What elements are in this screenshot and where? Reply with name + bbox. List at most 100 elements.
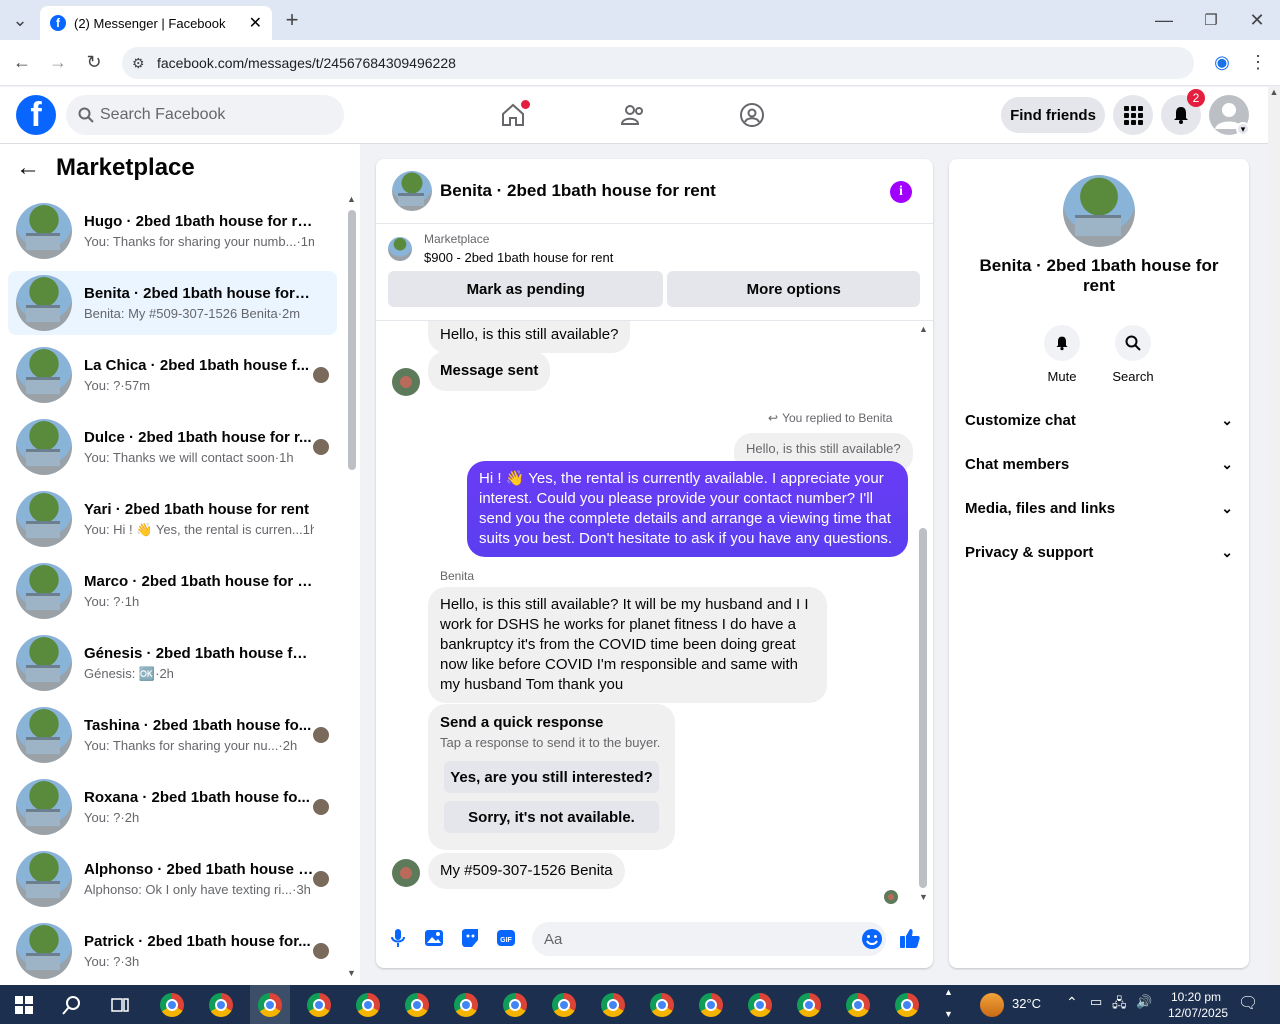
sender-avatar[interactable] xyxy=(392,368,420,396)
close-tab-icon[interactable]: ✕ xyxy=(249,13,262,33)
taskbar-search-icon[interactable] xyxy=(52,985,92,1024)
taskbar-chrome-window[interactable] xyxy=(740,985,780,1024)
back-icon[interactable]: ← xyxy=(8,48,36,76)
chat-title[interactable]: Benita · 2bed 1bath house for rent xyxy=(440,181,716,201)
conversation-item[interactable]: Alphonso · 2bed 1bath house fo... Alphons… xyxy=(8,847,337,911)
taskbar-scroll-up-icon[interactable]: ▲ xyxy=(944,987,953,997)
details-section-item[interactable]: Media, files and links ⌄ xyxy=(965,486,1233,530)
taskbar-scroll-down-icon[interactable]: ▼ xyxy=(944,1009,953,1019)
chat-avatar[interactable] xyxy=(392,171,432,211)
taskbar-chrome-window[interactable] xyxy=(593,985,633,1024)
taskbar-chrome-window[interactable] xyxy=(299,985,339,1024)
conversation-item[interactable]: Patrick · 2bed 1bath house for... You: ?·… xyxy=(8,919,337,983)
page-scroll-up-icon[interactable]: ▲ xyxy=(1268,87,1280,97)
sender-avatar[interactable] xyxy=(392,859,420,887)
listing-thumbnail[interactable] xyxy=(388,236,412,261)
details-section-item[interactable]: Customize chat ⌄ xyxy=(965,398,1233,442)
taskbar-chrome-window[interactable] xyxy=(544,985,584,1024)
task-view-icon[interactable] xyxy=(100,985,140,1024)
taskbar-chrome-window[interactable] xyxy=(446,985,486,1024)
taskbar-chrome-window[interactable] xyxy=(887,985,927,1024)
gif-icon[interactable]: GIF xyxy=(494,926,518,950)
conversation-item[interactable]: La Chica · 2bed 1bath house f... You: ?·5… xyxy=(8,343,337,407)
taskbar-chrome-window[interactable] xyxy=(250,985,290,1024)
volume-icon[interactable]: 🔊 xyxy=(1136,994,1152,1010)
taskbar-chrome-window[interactable] xyxy=(642,985,682,1024)
incoming-message-bubble[interactable]: Hello, is this still available? It will … xyxy=(428,587,827,703)
conversation-list-scrollbar[interactable] xyxy=(348,210,356,470)
new-tab-icon[interactable]: + xyxy=(278,6,306,34)
taskbar-chrome-window[interactable] xyxy=(495,985,535,1024)
info-icon[interactable]: i xyxy=(890,181,912,203)
conversation-item[interactable]: Génesis · 2bed 1bath house for r... Génes… xyxy=(8,631,337,695)
contact-avatar[interactable] xyxy=(1063,175,1135,247)
message-bubble[interactable]: Hello, is this still available? xyxy=(428,321,631,353)
like-thumbs-up-icon[interactable] xyxy=(898,926,922,950)
facebook-logo-icon[interactable]: f xyxy=(16,95,56,135)
conversation-item[interactable]: Marco · 2bed 1bath house for rent You: ?·… xyxy=(8,559,337,623)
forward-icon[interactable]: → xyxy=(44,48,72,76)
minimize-icon[interactable]: — xyxy=(1150,6,1178,34)
taskbar-chrome-window[interactable] xyxy=(838,985,878,1024)
temperature[interactable]: 32°C xyxy=(1012,996,1041,1011)
clock[interactable]: 10:20 pm 12/07/2025 xyxy=(1168,989,1228,1021)
conversation-item[interactable]: Hugo · 2bed 1bath house for rent You: Tha… xyxy=(8,199,337,263)
tab-list-dropdown-icon[interactable]: ⌄ xyxy=(6,6,34,34)
taskbar-chrome-window[interactable] xyxy=(397,985,437,1024)
reload-icon[interactable]: ↻ xyxy=(80,48,108,76)
taskbar-chrome-window[interactable] xyxy=(348,985,388,1024)
chat-scroll-down-icon[interactable]: ▼ xyxy=(919,892,928,902)
home-icon[interactable] xyxy=(493,95,533,135)
conversation-item[interactable]: Roxana · 2bed 1bath house fo... You: ?·2h xyxy=(8,775,337,839)
search-input[interactable]: Search Facebook xyxy=(66,95,344,135)
restore-icon[interactable]: ❐ xyxy=(1197,6,1225,34)
site-info-icon[interactable]: ⚙ xyxy=(132,47,145,79)
find-friends-button[interactable]: Find friends xyxy=(1001,97,1105,133)
taskbar-chrome-window[interactable] xyxy=(152,985,192,1024)
start-windows-icon[interactable] xyxy=(4,985,44,1024)
more-options-button[interactable]: More options xyxy=(667,271,920,307)
chrome-menu-icon[interactable]: ⋮ xyxy=(1244,48,1272,76)
sticker-icon[interactable] xyxy=(458,926,482,950)
message-input[interactable]: Aa xyxy=(532,922,886,956)
page-scrollbar[interactable]: ▲ xyxy=(1268,87,1280,985)
close-window-icon[interactable]: ✕ xyxy=(1243,6,1271,34)
scroll-up-icon[interactable]: ▲ xyxy=(347,194,356,204)
conversation-item[interactable]: Tashina · 2bed 1bath house fo... You: Tha… xyxy=(8,703,337,767)
conversation-item[interactable]: Yari · 2bed 1bath house for rent You: Hi … xyxy=(8,487,337,551)
url-field[interactable]: ⚙ facebook.com/messages/t/24567684309496… xyxy=(122,47,1194,79)
taskbar-chrome-window[interactable] xyxy=(789,985,829,1024)
photo-icon[interactable] xyxy=(422,926,446,950)
taskbar-chrome-window[interactable] xyxy=(201,985,241,1024)
message-bubble[interactable]: My #509-307-1526 Benita xyxy=(428,853,625,889)
conversation-item[interactable]: Benita · 2bed 1bath house for rent Benita… xyxy=(8,271,337,335)
quick-response-yes-button[interactable]: Yes, are you still interested? xyxy=(444,761,659,793)
network-icon[interactable]: 🖧 xyxy=(1112,994,1127,1016)
details-section-item[interactable]: Chat members ⌄ xyxy=(965,442,1233,486)
account-chevron-icon[interactable]: ▾ xyxy=(1236,122,1250,136)
chat-scrollbar[interactable] xyxy=(919,528,927,888)
search-conversation-button[interactable]: Search xyxy=(1103,325,1163,384)
weather-icon[interactable] xyxy=(980,993,1004,1017)
groups-icon[interactable] xyxy=(732,95,772,135)
friends-icon[interactable] xyxy=(613,95,653,135)
taskbar-chrome-window[interactable] xyxy=(691,985,731,1024)
quick-response-sorry-button[interactable]: Sorry, it's not available. xyxy=(444,801,659,833)
message-bubble[interactable]: Message sent xyxy=(428,351,551,391)
tray-overflow-icon[interactable]: ⌃ xyxy=(1066,994,1078,1011)
chat-scroll-up-icon[interactable]: ▲ xyxy=(919,324,928,334)
conversation-item[interactable]: Dulce · 2bed 1bath house for r... You: Th… xyxy=(8,415,337,479)
mute-button[interactable]: Mute xyxy=(1032,325,1092,384)
menu-grid-icon[interactable] xyxy=(1113,95,1153,135)
outgoing-message-bubble[interactable]: Hi ! 👋 Yes, the rental is currently avai… xyxy=(467,461,908,557)
listing-title[interactable]: $900 - 2bed 1bath house for rent xyxy=(424,250,613,265)
scroll-down-icon[interactable]: ▼ xyxy=(347,968,356,978)
notifications-center-icon[interactable]: 🗨 xyxy=(1238,993,1258,1013)
details-section-item[interactable]: Privacy & support ⌄ xyxy=(965,530,1233,574)
profile-icon[interactable]: ◉ xyxy=(1208,48,1236,76)
back-arrow-icon[interactable]: ← xyxy=(16,154,40,182)
browser-tab[interactable]: f (2) Messenger | Facebook ✕ xyxy=(40,6,272,40)
microphone-icon[interactable] xyxy=(386,926,410,950)
mark-as-pending-button[interactable]: Mark as pending xyxy=(388,271,664,307)
meet-icon[interactable]: ▭ xyxy=(1090,994,1102,1010)
